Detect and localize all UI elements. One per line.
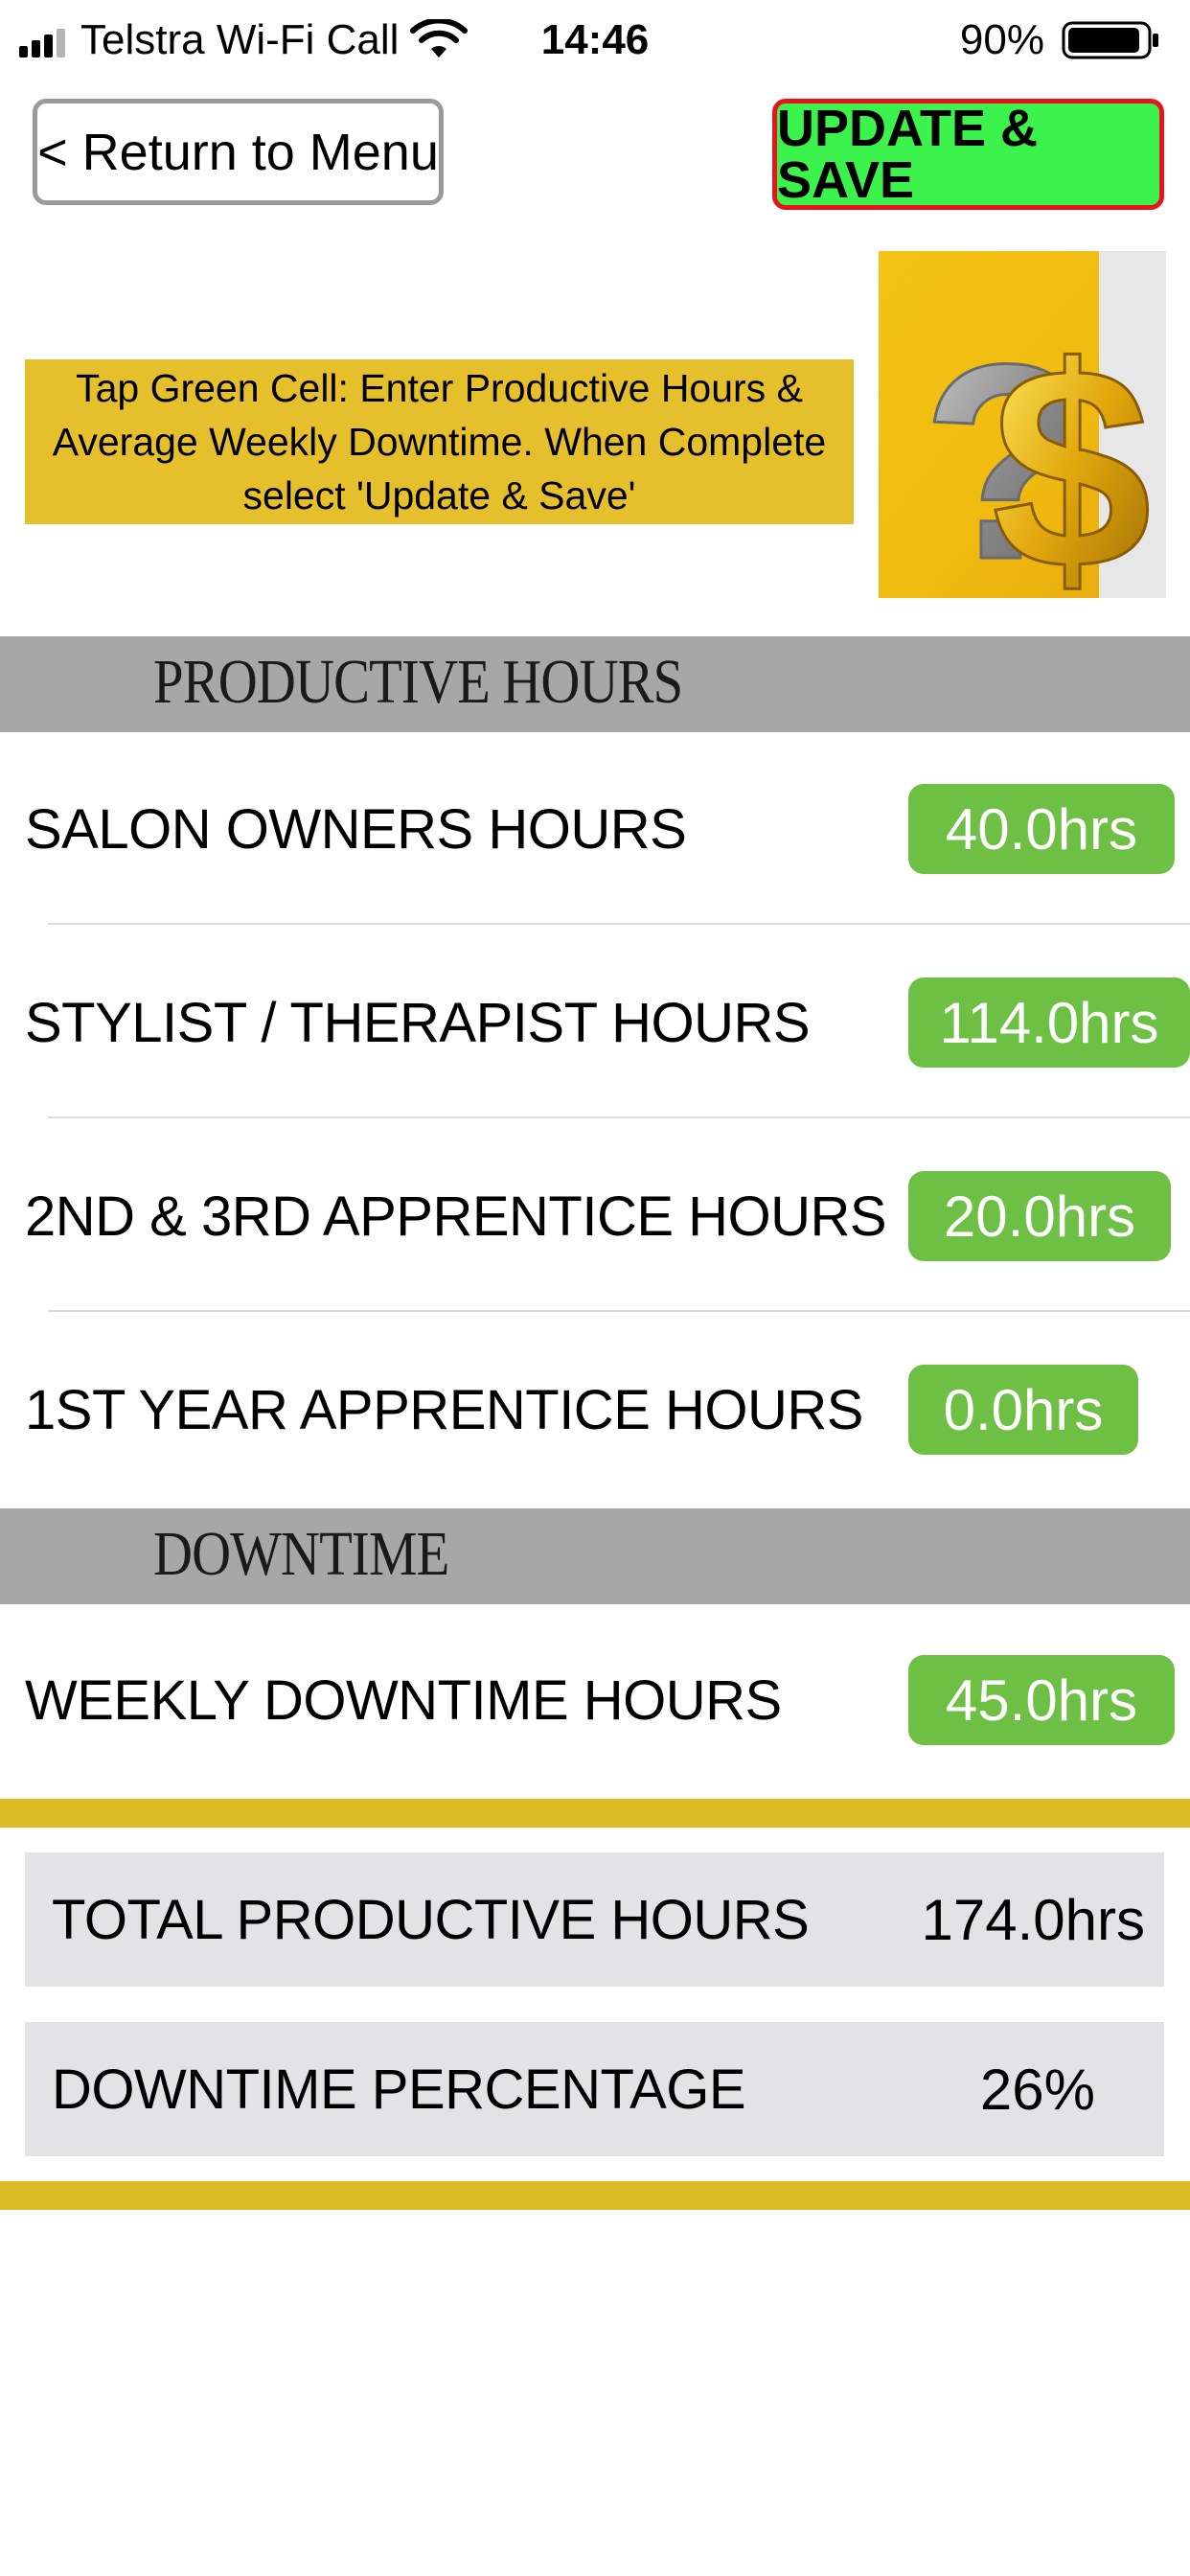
list-item: 2ND & 3RD APPRENTICE HOURS 20.0hrs xyxy=(0,1120,1190,1312)
battery-icon xyxy=(1062,21,1158,59)
list-item: STYLIST / THERAPIST HOURS 114.0hrs xyxy=(0,927,1190,1118)
svg-text:$: $ xyxy=(992,307,1152,598)
total-productive-hours-value: 174.0hrs xyxy=(921,1887,1146,1952)
row-label: STYLIST / THERAPIST HOURS xyxy=(25,991,811,1054)
instruction-banner: Tap Green Cell: Enter Productive Hours &… xyxy=(25,359,854,524)
divider xyxy=(48,923,1190,925)
weekly-downtime-hours-cell[interactable]: 45.0hrs xyxy=(908,1655,1175,1745)
total-label: TOTAL PRODUCTIVE HOURS xyxy=(52,1888,810,1951)
row-label: SALON OWNERS HOURS xyxy=(25,797,687,861)
downtime-header: DOWNTIME xyxy=(0,1508,1190,1604)
list-item: 1ST YEAR APPRENTICE HOURS 0.0hrs xyxy=(0,1314,1190,1506)
total-productive-hours-box: TOTAL PRODUCTIVE HOURS 174.0hrs xyxy=(25,1852,1164,1987)
status-bar: Telstra Wi-Fi Call 14:46 90% xyxy=(0,0,1190,80)
divider-bar xyxy=(0,1799,1190,1828)
divider-bar xyxy=(0,2181,1190,2210)
apprentice-1st-year-hours-cell[interactable]: 0.0hrs xyxy=(908,1365,1138,1455)
salon-owners-hours-cell[interactable]: 40.0hrs xyxy=(908,784,1175,874)
divider xyxy=(48,1310,1190,1312)
row-label: 1ST YEAR APPRENTICE HOURS xyxy=(25,1378,863,1441)
downtime-percentage-box: DOWNTIME PERCENTAGE 26% xyxy=(25,2022,1164,2156)
list-item: SALON OWNERS HOURS 40.0hrs xyxy=(0,733,1190,925)
total-label: DOWNTIME PERCENTAGE xyxy=(52,2058,746,2121)
row-label: WEEKLY DOWNTIME HOURS xyxy=(25,1668,782,1732)
battery-percentage: 90% xyxy=(959,16,1044,63)
update-save-button[interactable]: UPDATE & SAVE xyxy=(772,99,1164,210)
return-to-menu-button[interactable]: < Return to Menu xyxy=(33,99,444,205)
stylist-therapist-hours-cell[interactable]: 114.0hrs xyxy=(908,978,1190,1068)
apprentice-2nd-3rd-hours-cell[interactable]: 20.0hrs xyxy=(908,1171,1171,1261)
question-dollar-logo: ? $ xyxy=(879,251,1166,598)
section-title: DOWNTIME xyxy=(153,1519,449,1589)
list-item: WEEKLY DOWNTIME HOURS 45.0hrs xyxy=(0,1604,1190,1796)
downtime-percentage-value: 26% xyxy=(979,2057,1095,2122)
divider xyxy=(48,1116,1190,1118)
productive-hours-header: PRODUCTIVE HOURS xyxy=(0,636,1190,732)
row-label: 2ND & 3RD APPRENTICE HOURS xyxy=(25,1184,887,1248)
section-title: PRODUCTIVE HOURS xyxy=(153,647,683,717)
